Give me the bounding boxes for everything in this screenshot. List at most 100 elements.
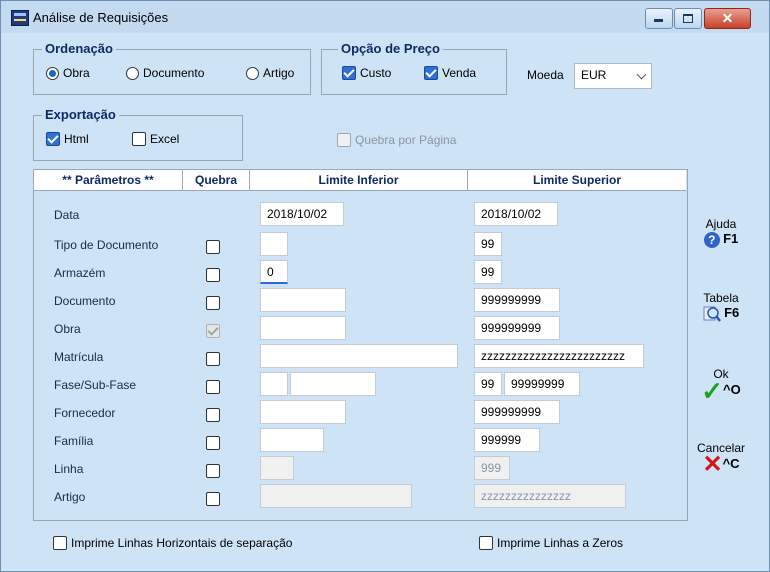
custo-checkbox[interactable]: Custo (342, 66, 391, 80)
html-check-box[interactable] (46, 132, 60, 146)
armazem-superior-input[interactable]: 99 (474, 260, 502, 284)
excel-checkbox[interactable]: Excel (132, 132, 179, 146)
title-bar[interactable]: Análise de Requisições ✕ (1, 1, 769, 33)
tabela-button[interactable]: Tabela F6 (687, 291, 755, 323)
cross-icon: ✕ (702, 451, 723, 478)
venda-checkbox[interactable]: Venda (424, 66, 476, 80)
row-label-tipo-documento: Tipo de Documento (54, 238, 159, 252)
linha-quebra[interactable] (206, 464, 220, 478)
radio-obra[interactable]: Obra (46, 66, 90, 80)
row-label-armazem: Armazém (54, 266, 106, 280)
row-label-linha: Linha (54, 462, 84, 476)
matricula-quebra[interactable] (206, 352, 220, 366)
row-label-fornecedor: Fornecedor (54, 406, 116, 420)
exportacao-legend: Exportação (42, 107, 119, 122)
obra-quebra[interactable] (206, 324, 220, 338)
linhas-zeros-check-box[interactable] (479, 536, 493, 550)
linhas-horizontais-check-box[interactable] (53, 536, 67, 550)
minimize-button[interactable] (645, 8, 673, 29)
data-inferior-input[interactable]: 2018/10/02 (260, 202, 344, 226)
subfase-inferior-input[interactable] (290, 372, 376, 396)
html-checkbox[interactable]: Html (46, 132, 89, 146)
close-icon: ✕ (721, 10, 734, 26)
tipo-documento-quebra[interactable] (206, 240, 220, 254)
magnifier-icon (703, 306, 721, 322)
familia-superior-input[interactable]: 999999 (474, 428, 540, 452)
tipo-documento-inferior-input[interactable] (260, 232, 288, 256)
armazem-quebra[interactable] (206, 268, 220, 282)
matricula-inferior-input[interactable] (260, 344, 458, 368)
cancelar-button[interactable]: Cancelar ✕^C (687, 441, 755, 478)
app-icon (11, 10, 29, 26)
documento-superior-input[interactable]: 999999999 (474, 288, 560, 312)
fornecedor-quebra[interactable] (206, 408, 220, 422)
tipo-documento-superior-input[interactable]: 99 (474, 232, 502, 256)
artigo-superior-input[interactable]: zzzzzzzzzzzzzzz (474, 484, 626, 508)
header-limite-inferior: Limite Inferior (250, 170, 468, 191)
linhas-horizontais-checkbox[interactable]: Imprime Linhas Horizontais de separação (53, 536, 292, 550)
dialog-window: Análise de Requisições ✕ Ordenação Obra … (0, 0, 770, 572)
maximize-button[interactable] (674, 8, 702, 29)
row-label-documento: Documento (54, 294, 116, 308)
close-button[interactable]: ✕ (704, 8, 751, 29)
radio-artigo-dot[interactable] (246, 66, 259, 80)
row-label-matricula: Matrícula (54, 350, 104, 364)
moeda-value: EUR (581, 68, 607, 82)
matricula-superior-input[interactable]: zzzzzzzzzzzzzzzzzzzzzzzz (474, 344, 644, 368)
ajuda-button[interactable]: Ajuda ? F1 (687, 217, 755, 248)
armazem-inferior-input[interactable]: 0 (260, 260, 288, 284)
artigo-quebra[interactable] (206, 492, 220, 506)
linha-inferior-input[interactable] (260, 456, 294, 480)
familia-quebra[interactable] (206, 436, 220, 450)
ajuda-key: F1 (723, 231, 739, 246)
linhas-zeros-checkbox[interactable]: Imprime Linhas a Zeros (479, 536, 623, 550)
fornecedor-superior-input[interactable]: 999999999 (474, 400, 560, 424)
familia-inferior-input[interactable] (260, 428, 324, 452)
moeda-label: Moeda (527, 68, 564, 82)
radio-artigo-label: Artigo (263, 66, 295, 80)
ok-button[interactable]: Ok ✓^O (687, 367, 755, 406)
quebra-pagina-checkbox[interactable]: Quebra por Página (337, 133, 456, 147)
quebra-pagina-label: Quebra por Página (355, 133, 457, 147)
header-parametros: ** Parâmetros ** (34, 170, 183, 191)
venda-check-box[interactable] (424, 66, 438, 80)
fase-inferior-input[interactable] (260, 372, 288, 396)
opcao-preco-legend: Opção de Preço (338, 41, 443, 56)
documento-quebra[interactable] (206, 296, 220, 310)
opcao-preco-group: Opção de Preço Custo Venda (321, 41, 507, 95)
moeda-select[interactable]: EUR (574, 63, 652, 89)
header-quebra: Quebra (183, 170, 250, 191)
checkmark-icon: ✓ (701, 376, 724, 406)
fornecedor-inferior-input[interactable] (260, 400, 346, 424)
quebra-pagina-check-box[interactable] (337, 133, 351, 147)
parameters-table: ** Parâmetros ** Quebra Limite Inferior … (33, 169, 688, 521)
chevron-down-icon (636, 69, 647, 80)
radio-artigo[interactable]: Artigo (246, 66, 294, 80)
custo-check-box[interactable] (342, 66, 356, 80)
html-label: Html (64, 132, 89, 146)
subfase-superior-input[interactable]: 99999999 (504, 372, 580, 396)
custo-label: Custo (360, 66, 392, 80)
radio-documento[interactable]: Documento (126, 66, 204, 80)
exportacao-group: Exportação Html Excel (33, 107, 243, 161)
fase-subfase-quebra[interactable] (206, 380, 220, 394)
ordenacao-group: Ordenação Obra Documento Artigo (33, 41, 311, 95)
radio-documento-dot[interactable] (126, 66, 139, 80)
artigo-inferior-input[interactable] (260, 484, 412, 508)
linha-superior-input[interactable]: 999 (474, 456, 510, 480)
row-label-obra: Obra (54, 322, 81, 336)
row-label-data: Data (54, 208, 80, 222)
excel-check-box[interactable] (132, 132, 146, 146)
radio-obra-dot[interactable] (46, 66, 59, 80)
data-superior-input[interactable]: 2018/10/02 (474, 202, 558, 226)
linhas-horizontais-label: Imprime Linhas Horizontais de separação (71, 536, 293, 550)
obra-superior-input[interactable]: 999999999 (474, 316, 560, 340)
excel-label: Excel (150, 132, 180, 146)
radio-obra-label: Obra (63, 66, 90, 80)
documento-inferior-input[interactable] (260, 288, 346, 312)
window-title: Análise de Requisições (33, 10, 169, 25)
cancelar-key: ^C (722, 456, 740, 472)
tabela-key: F6 (724, 305, 740, 321)
obra-inferior-input[interactable] (260, 316, 346, 340)
fase-superior-input[interactable]: 99 (474, 372, 502, 396)
